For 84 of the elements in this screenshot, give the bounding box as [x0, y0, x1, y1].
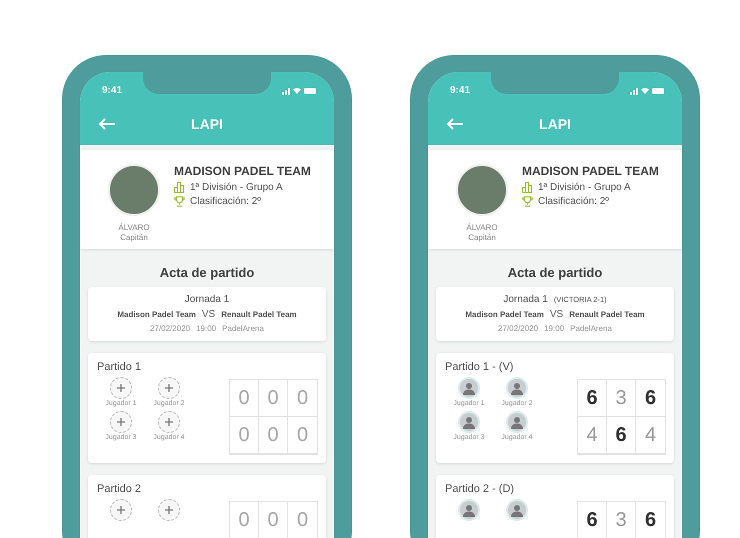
set-score[interactable]: 0: [230, 502, 259, 538]
status-time: 9:41: [102, 84, 122, 96]
add-player-button[interactable]: [158, 377, 180, 399]
status-time: 9:41: [450, 84, 470, 96]
section-title: Acta de partido: [158, 265, 256, 280]
player-avatar[interactable]: [506, 377, 528, 399]
away-team: Renault Padel Team: [221, 310, 297, 319]
set-score[interactable]: 6: [636, 380, 665, 417]
match-title: Partido 1 - (V): [445, 361, 514, 373]
trophy-icon: [174, 196, 185, 207]
set-score[interactable]: 3: [607, 380, 636, 417]
person-icon: [510, 415, 524, 429]
add-player-button[interactable]: [110, 411, 132, 433]
bar-chart-icon: [174, 182, 185, 193]
add-player-button[interactable]: [110, 377, 132, 399]
player-avatar[interactable]: [458, 377, 480, 399]
set-score[interactable]: 0: [288, 380, 317, 417]
match-venue: PadelArena: [570, 324, 612, 333]
section-title: Acta de partido: [506, 265, 604, 280]
home-team: Madison Padel Team: [465, 310, 544, 319]
versus-label: VS: [202, 309, 216, 320]
plus-icon: [117, 418, 125, 426]
round-label: Jornada 1: [184, 294, 230, 305]
set-score[interactable]: 6: [607, 417, 636, 454]
set-score[interactable]: 0: [259, 502, 288, 538]
home-team: Madison Padel Team: [117, 310, 196, 319]
match-date: 27/02/2020: [150, 324, 190, 333]
ranking-text: Clasificación: 2º: [190, 196, 261, 207]
person-icon: [510, 381, 524, 395]
round-label: Jornada 1: [503, 294, 548, 305]
person-icon: [462, 503, 476, 517]
match-time: 19:00: [196, 324, 216, 333]
plus-icon: [165, 384, 173, 392]
set-score[interactable]: 6: [578, 502, 607, 538]
team-name: MADISON PADEL TEAM: [174, 164, 311, 178]
trophy-icon: [522, 196, 533, 207]
match-title: Partido 1: [97, 361, 142, 373]
ranking-text: Clasificación: 2º: [538, 196, 609, 207]
match-title: Partido 2: [97, 483, 142, 495]
versus-label: VS: [550, 309, 564, 320]
player-role: Capitán: [120, 233, 148, 243]
set-score[interactable]: 0: [230, 417, 259, 454]
plus-icon: [117, 506, 125, 514]
set-score[interactable]: 0: [259, 417, 288, 454]
match-time: 19:00: [544, 324, 564, 333]
set-score[interactable]: 0: [259, 380, 288, 417]
set-score[interactable]: 6: [636, 502, 665, 538]
player-avatar[interactable]: [458, 411, 480, 433]
set-score[interactable]: 0: [230, 380, 259, 417]
player-avatar[interactable]: [458, 499, 480, 521]
status-icons-drawing: [282, 86, 316, 94]
team-name: MADISON PADEL TEAM: [522, 164, 659, 178]
set-score[interactable]: 6: [578, 380, 607, 417]
away-team: Renault Padel Team: [569, 310, 645, 319]
app-title: LAPI: [539, 116, 571, 132]
person-icon: [462, 415, 476, 429]
add-player-button[interactable]: [110, 499, 132, 521]
match-title: Partido 2 - (D): [445, 483, 516, 495]
set-score[interactable]: 4: [578, 417, 607, 454]
person-icon: [462, 381, 476, 395]
player-avatar[interactable]: [506, 411, 528, 433]
bar-chart-icon: [522, 182, 533, 193]
app-title: LAPI: [191, 116, 223, 132]
player-role: Capitán: [468, 233, 496, 243]
plus-icon: [165, 506, 173, 514]
set-score[interactable]: 0: [288, 417, 317, 454]
photo-placeholder: [456, 164, 508, 216]
player-name: ÁLVARO: [118, 223, 150, 233]
set-score[interactable]: 0: [288, 502, 317, 538]
plus-icon: [117, 384, 125, 392]
set-score[interactable]: 3: [607, 502, 636, 538]
player-avatar[interactable]: [506, 499, 528, 521]
person-icon: [510, 503, 524, 517]
photo-placeholder: [108, 164, 160, 216]
division-text: 1ª División - Grupo A: [190, 182, 283, 193]
division-text: 1ª División - Grupo A: [538, 182, 631, 193]
status-icons-drawing: [630, 86, 664, 94]
add-player-button[interactable]: [158, 499, 180, 521]
match-date: 27/02/2020: [498, 324, 538, 333]
add-player-button[interactable]: [158, 411, 180, 433]
match-venue: PadelArena: [222, 324, 264, 333]
plus-icon: [165, 418, 173, 426]
set-score[interactable]: 4: [636, 417, 665, 454]
player-name: ÁLVARO: [466, 223, 498, 233]
